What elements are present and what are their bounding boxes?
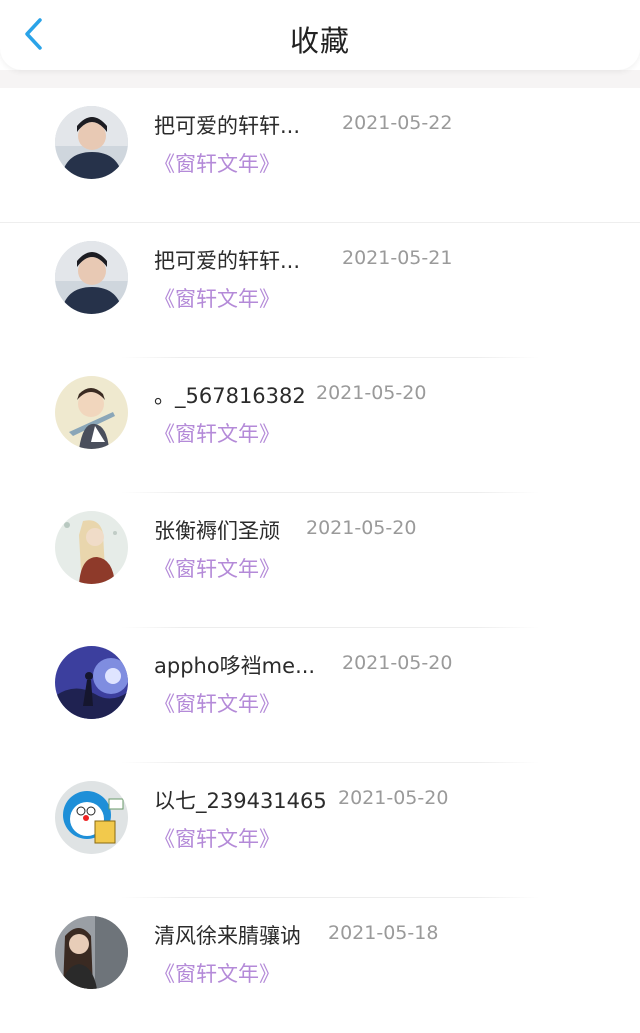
avatar[interactable] bbox=[55, 106, 128, 179]
user-name[interactable]: 把可爱的轩轩... bbox=[154, 245, 300, 275]
user-name[interactable]: 把可爱的轩轩... bbox=[154, 110, 300, 140]
book-title-link[interactable]: 《窗轩文年》 bbox=[154, 823, 280, 853]
avatar[interactable] bbox=[55, 781, 128, 854]
list-item[interactable]: 。_567816382 2021-05-20 《窗轩文年》 bbox=[0, 358, 640, 493]
date-label: 2021-05-21 bbox=[342, 247, 453, 269]
book-title-link[interactable]: 《窗轩文年》 bbox=[154, 958, 280, 988]
list-item[interactable]: 清风徐来腈骧讷 2021-05-18 《窗轩文年》 bbox=[0, 898, 640, 1033]
book-title-link[interactable]: 《窗轩文年》 bbox=[154, 553, 280, 583]
list-item[interactable]: 张衡褥们圣颃 2021-05-20 《窗轩文年》 bbox=[0, 493, 640, 628]
user-name[interactable]: 清风徐来腈骧讷 bbox=[154, 920, 301, 950]
user-name[interactable]: appho哆裆me... bbox=[154, 650, 315, 680]
book-title-link[interactable]: 《窗轩文年》 bbox=[154, 418, 280, 448]
top-bar: 收藏 bbox=[0, 0, 640, 70]
user-name[interactable]: 张衡褥们圣颃 bbox=[154, 515, 280, 545]
header-spacer bbox=[0, 70, 640, 88]
page-title: 收藏 bbox=[289, 24, 350, 58]
book-title-link[interactable]: 《窗轩文年》 bbox=[154, 283, 280, 313]
date-label: 2021-05-20 bbox=[306, 517, 417, 539]
list-item[interactable]: 把可爱的轩轩... 2021-05-22 《窗轩文年》 bbox=[0, 88, 640, 223]
book-title-link[interactable]: 《窗轩文年》 bbox=[154, 148, 280, 178]
date-label: 2021-05-18 bbox=[328, 922, 439, 944]
avatar[interactable] bbox=[55, 376, 128, 449]
avatar[interactable] bbox=[55, 241, 128, 314]
date-label: 2021-05-20 bbox=[338, 787, 449, 809]
date-label: 2021-05-20 bbox=[316, 382, 427, 404]
book-title-link[interactable]: 《窗轩文年》 bbox=[154, 688, 280, 718]
avatar[interactable] bbox=[55, 646, 128, 719]
user-name[interactable]: 以七_239431465 bbox=[154, 785, 327, 815]
list-item[interactable]: 以七_239431465 2021-05-20 《窗轩文年》 bbox=[0, 763, 640, 898]
avatar[interactable] bbox=[55, 916, 128, 989]
avatar[interactable] bbox=[55, 511, 128, 584]
date-label: 2021-05-20 bbox=[342, 652, 453, 674]
list-item[interactable]: 把可爱的轩轩... 2021-05-21 《窗轩文年》 bbox=[0, 223, 640, 358]
user-name[interactable]: 。_567816382 bbox=[154, 380, 306, 410]
favorites-list: 把可爱的轩轩... 2021-05-22 《窗轩文年》 把可爱的轩轩... 20… bbox=[0, 88, 640, 1033]
list-item[interactable]: appho哆裆me... 2021-05-20 《窗轩文年》 bbox=[0, 628, 640, 763]
date-label: 2021-05-22 bbox=[342, 112, 453, 134]
